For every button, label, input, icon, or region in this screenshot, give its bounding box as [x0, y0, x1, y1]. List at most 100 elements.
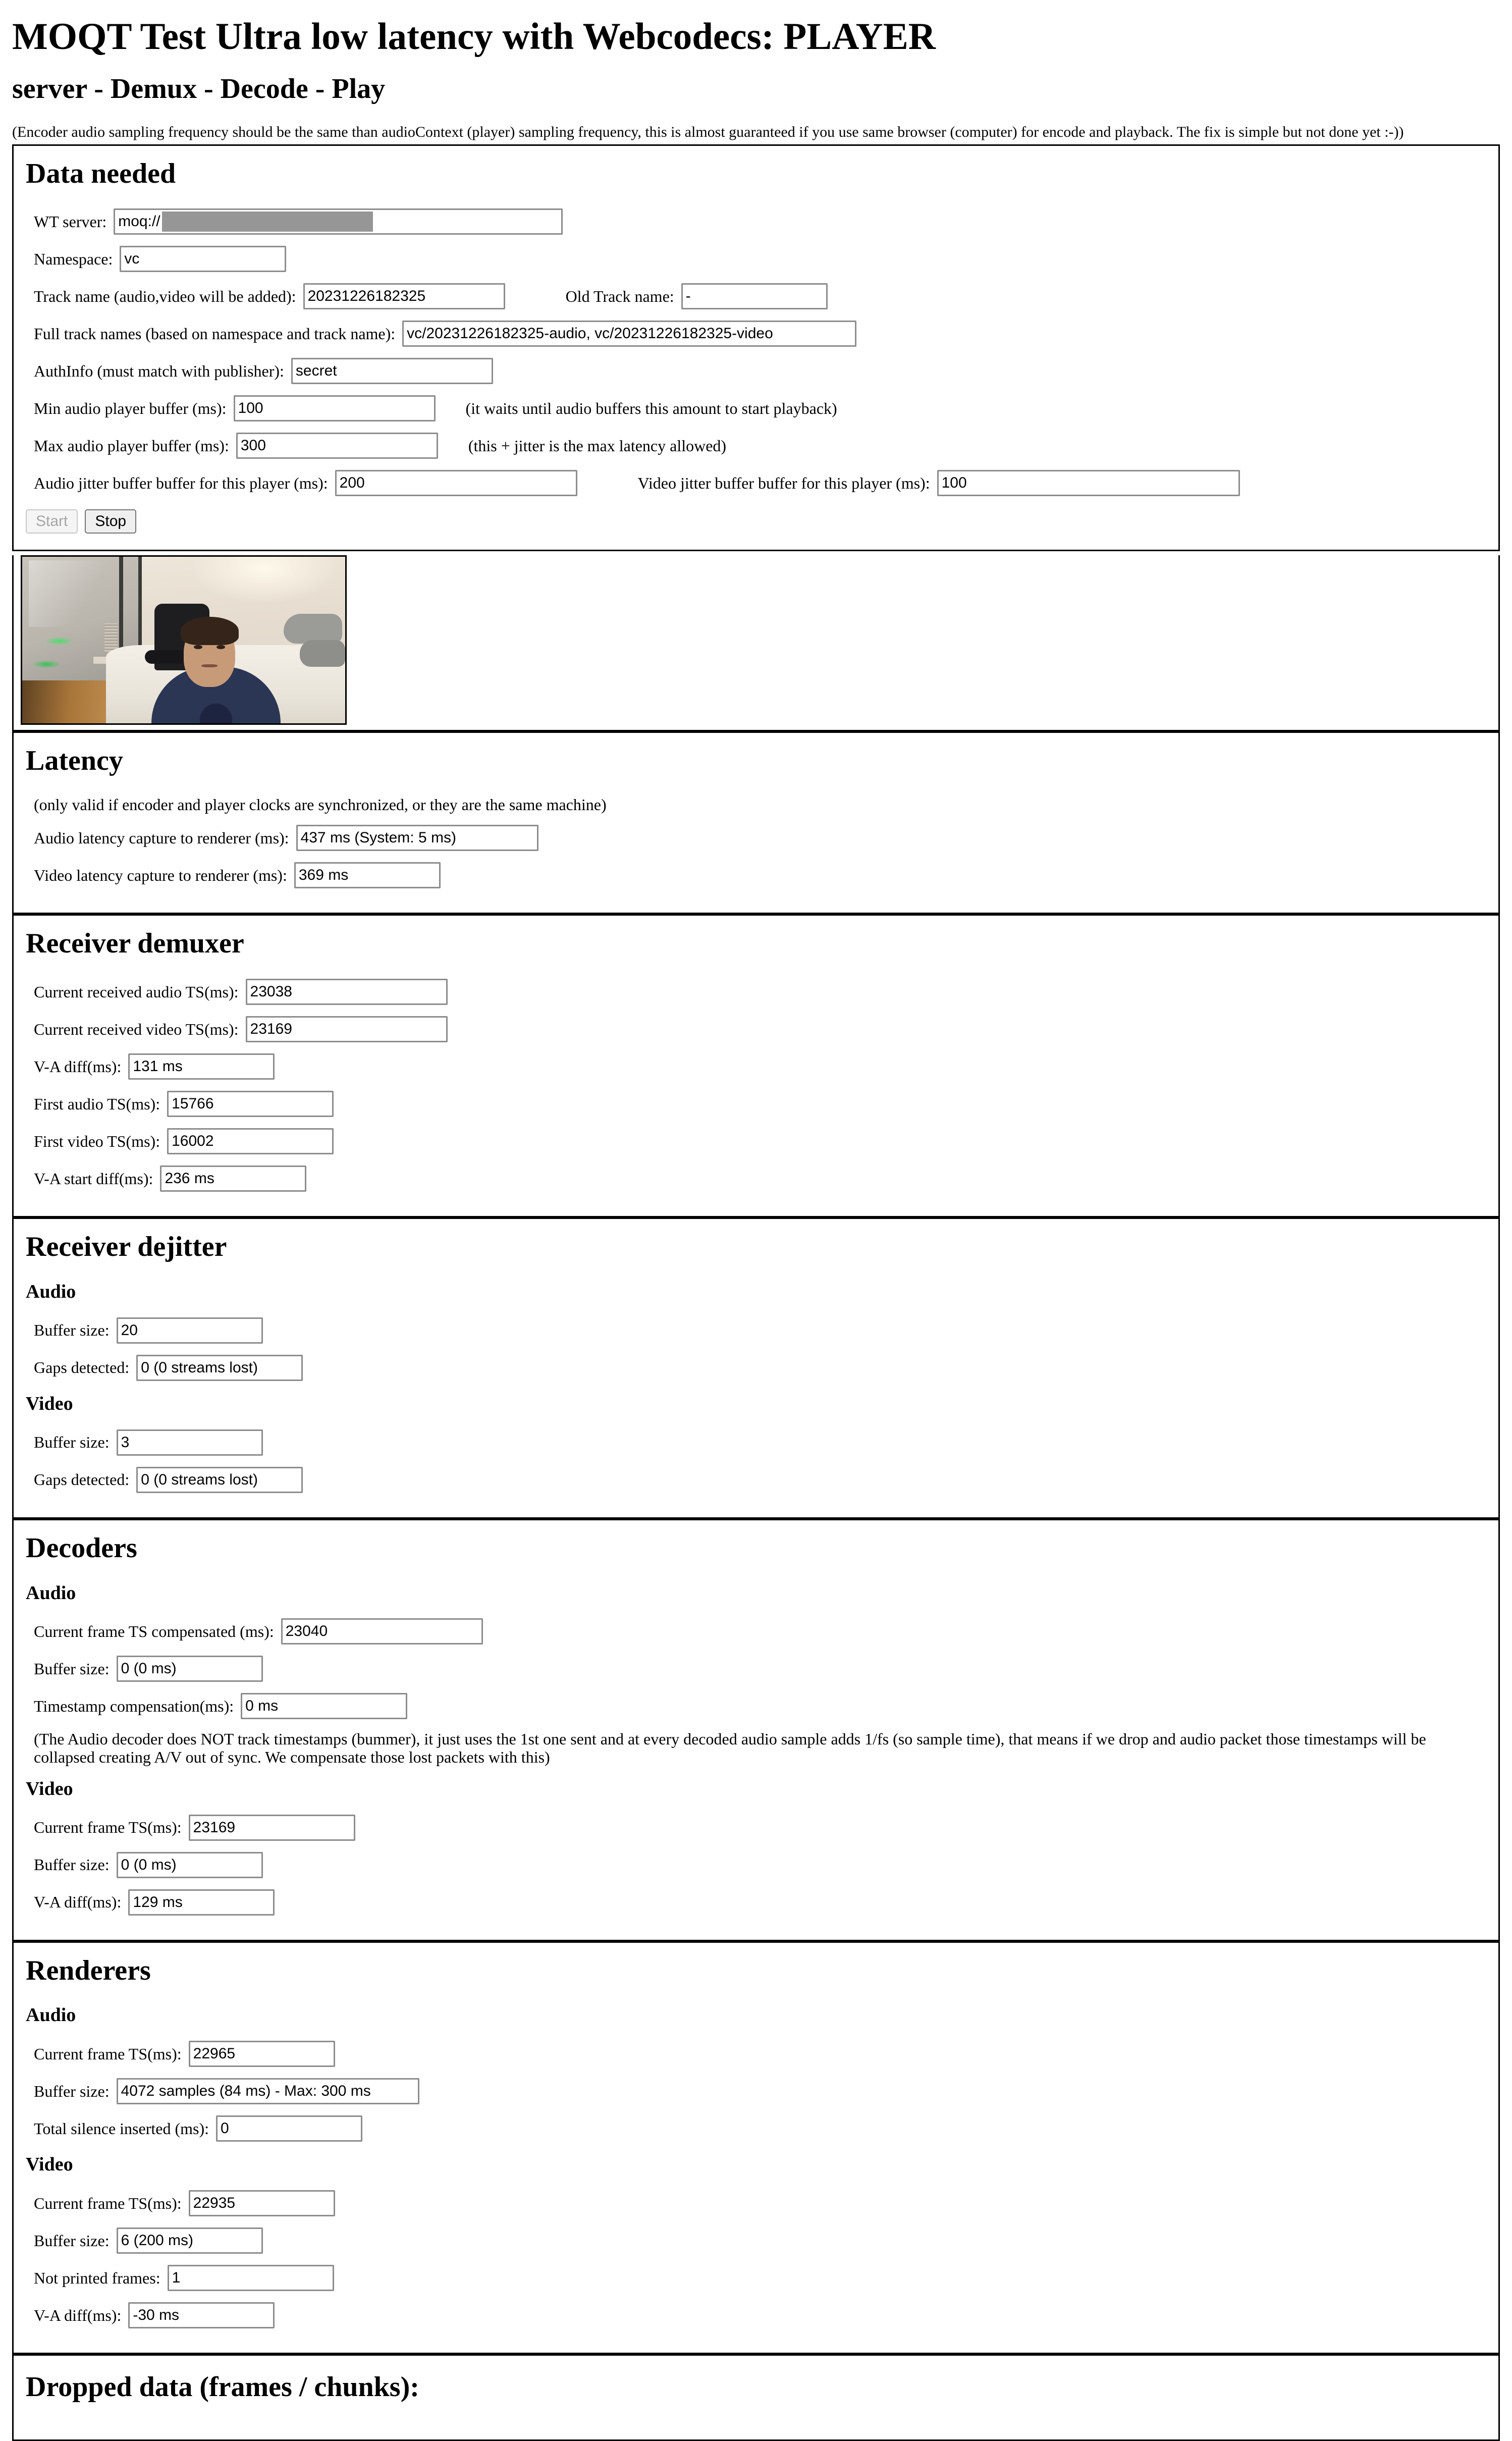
- track-name-row: Track name (audio,video will be added): …: [26, 283, 1486, 310]
- dejitter-video-buffer-value[interactable]: [116, 1429, 263, 1456]
- dropped-data-section: Dropped data (frames / chunks):: [12, 2354, 1500, 2441]
- video-green-light-2: [32, 660, 61, 669]
- receiver-demuxer-heading: Receiver demuxer: [26, 928, 244, 960]
- dejitter-audio-gaps-row: Gaps detected:: [26, 1354, 1486, 1381]
- renderer-audio-buffer-value[interactable]: [116, 2078, 419, 2105]
- decoder-video-va-diff-value[interactable]: [128, 1889, 275, 1916]
- dejitter-video-gaps-row: Gaps detected:: [26, 1466, 1486, 1493]
- decoder-ts-comp-label: Timestamp compensation(ms):: [34, 1696, 234, 1715]
- demuxer-va-diff-value[interactable]: [128, 1053, 275, 1080]
- decoder-video-buffer-label: Buffer size:: [34, 1855, 110, 1874]
- renderer-video-va-diff-value[interactable]: [128, 2302, 275, 2329]
- full-track-names-label: Full track names (based on namespace and…: [34, 324, 396, 343]
- decoder-audio-cur-ts-row: Current frame TS compensated (ms):: [26, 1618, 1486, 1645]
- receiver-demuxer-section: Receiver demuxer Current received audio …: [12, 914, 1500, 1218]
- video-person-hair: [180, 617, 239, 646]
- renderer-video-buffer-value[interactable]: [116, 2227, 263, 2254]
- renderer-video-cur-ts-row: Current frame TS(ms):: [26, 2190, 1486, 2217]
- receiver-dejitter-heading: Receiver dejitter: [26, 1231, 227, 1263]
- decoder-video-va-diff-row: V-A diff(ms):: [26, 1889, 1486, 1916]
- video-pillow-2: [300, 640, 345, 667]
- cur-received-video-ts-value[interactable]: [245, 1016, 448, 1043]
- renderer-video-cur-ts-value[interactable]: [188, 2190, 335, 2217]
- first-audio-ts-value[interactable]: [167, 1091, 334, 1118]
- va-start-diff-value[interactable]: [160, 1165, 307, 1192]
- track-name-input[interactable]: [303, 283, 505, 310]
- wt-server-row: WT server:: [26, 208, 1486, 235]
- min-audio-buffer-row: Min audio player buffer (ms): (it waits …: [26, 395, 1486, 422]
- decoder-audio-cur-ts-value[interactable]: [281, 1618, 483, 1645]
- audio-jitter-input[interactable]: [335, 470, 577, 497]
- demuxer-va-diff-row: V-A diff(ms):: [26, 1053, 1486, 1080]
- decoder-video-buffer-row: Buffer size:: [26, 1851, 1486, 1878]
- cur-received-audio-ts-value[interactable]: [245, 979, 448, 1005]
- decoder-audio-buffer-value[interactable]: [116, 1656, 263, 1682]
- namespace-input[interactable]: [120, 246, 287, 273]
- audio-latency-label: Audio latency capture to renderer (ms):: [34, 828, 289, 847]
- decoder-video-buffer-value[interactable]: [116, 1851, 263, 1878]
- first-video-ts-value[interactable]: [167, 1128, 334, 1155]
- data-needed-heading: Data needed: [26, 157, 176, 189]
- renderer-audio-buffer-label: Buffer size:: [34, 2082, 110, 2100]
- renderers-audio-heading: Audio: [26, 2004, 76, 2026]
- video-pillow-1: [284, 613, 342, 644]
- dejitter-audio-gaps-value[interactable]: [136, 1354, 303, 1381]
- decoder-video-cur-ts-value[interactable]: [188, 1814, 355, 1841]
- min-audio-buffer-hint: (it waits until audio buffers this amoun…: [465, 399, 837, 417]
- va-start-diff-row: V-A start diff(ms):: [26, 1165, 1486, 1192]
- video-latency-label: Video latency capture to renderer (ms):: [34, 866, 287, 884]
- dejitter-video-buffer-label: Buffer size:: [34, 1433, 110, 1452]
- max-audio-buffer-input[interactable]: [236, 433, 438, 459]
- dejitter-video-heading: Video: [26, 1393, 73, 1414]
- decoder-note: (The Audio decoder does NOT track timest…: [34, 1730, 1426, 1766]
- dejitter-video-gaps-value[interactable]: [136, 1466, 303, 1493]
- encoder-sampling-note: (Encoder audio sampling frequency should…: [12, 123, 1404, 140]
- video-preview-section: [12, 555, 1500, 732]
- audio-latency-value[interactable]: [296, 825, 538, 852]
- video-jitter-input[interactable]: [937, 470, 1240, 497]
- max-audio-buffer-row: Max audio player buffer (ms): (this + ji…: [26, 433, 1486, 459]
- video-latency-value[interactable]: [294, 862, 441, 889]
- old-track-name-label: Old Track name:: [565, 287, 674, 305]
- page-title: MOQT Test Ultra low latency with Webcode…: [12, 16, 936, 58]
- latency-note-row: (only valid if encoder and player clocks…: [26, 795, 1486, 814]
- full-track-names-input[interactable]: [402, 321, 857, 347]
- renderer-audio-cur-ts-value[interactable]: [188, 2041, 335, 2067]
- authinfo-label: AuthInfo (must match with publisher):: [34, 361, 284, 380]
- renderer-not-printed-value[interactable]: [167, 2265, 334, 2292]
- video-canvas[interactable]: [21, 555, 347, 725]
- stop-button[interactable]: Stop: [85, 509, 137, 534]
- wt-server-input[interactable]: [114, 208, 563, 235]
- decoder-ts-comp-value[interactable]: [241, 1693, 408, 1720]
- cur-received-video-ts-label: Current received video TS(ms):: [34, 1020, 239, 1038]
- start-button[interactable]: Start: [26, 509, 78, 534]
- video-jitter-label: Video jitter buffer buffer for this play…: [637, 473, 930, 492]
- authinfo-input[interactable]: [291, 358, 493, 385]
- cur-received-audio-ts-row: Current received audio TS(ms):: [26, 979, 1486, 1005]
- min-audio-buffer-input[interactable]: [233, 395, 436, 422]
- old-track-name-input[interactable]: [681, 283, 828, 310]
- decoder-video-cur-ts-label: Current frame TS(ms):: [34, 1818, 182, 1837]
- max-audio-buffer-label: Max audio player buffer (ms):: [34, 436, 229, 455]
- latency-note: (only valid if encoder and player clocks…: [34, 795, 607, 814]
- video-latency-row: Video latency capture to renderer (ms):: [26, 862, 1486, 889]
- track-name-label: Track name (audio,video will be added):: [34, 287, 296, 305]
- receiver-dejitter-section: Receiver dejitter Audio Buffer size: Gap…: [12, 1217, 1500, 1519]
- renderer-video-va-diff-row: V-A diff(ms):: [26, 2302, 1486, 2329]
- namespace-label: Namespace:: [34, 249, 113, 268]
- decoders-video-heading: Video: [26, 1778, 73, 1799]
- audio-latency-row: Audio latency capture to renderer (ms):: [26, 825, 1486, 852]
- first-video-ts-label: First video TS(ms):: [34, 1132, 160, 1150]
- first-audio-ts-label: First audio TS(ms):: [34, 1094, 160, 1113]
- renderer-audio-silence-value[interactable]: [215, 2115, 362, 2142]
- player-page: MOQT Test Ultra low latency with Webcode…: [0, 0, 1512, 2441]
- wt-server-field-wrapper: [114, 208, 563, 235]
- renderer-video-cur-ts-label: Current frame TS(ms):: [34, 2194, 182, 2212]
- video-green-light-1: [44, 636, 74, 646]
- va-start-diff-label: V-A start diff(ms):: [34, 1169, 153, 1188]
- latency-heading: Latency: [26, 745, 123, 777]
- dejitter-audio-gaps-label: Gaps detected:: [34, 1358, 130, 1377]
- decoder-audio-buffer-label: Buffer size:: [34, 1659, 110, 1678]
- full-track-names-row: Full track names (based on namespace and…: [26, 321, 1486, 347]
- dejitter-audio-buffer-value[interactable]: [116, 1317, 263, 1344]
